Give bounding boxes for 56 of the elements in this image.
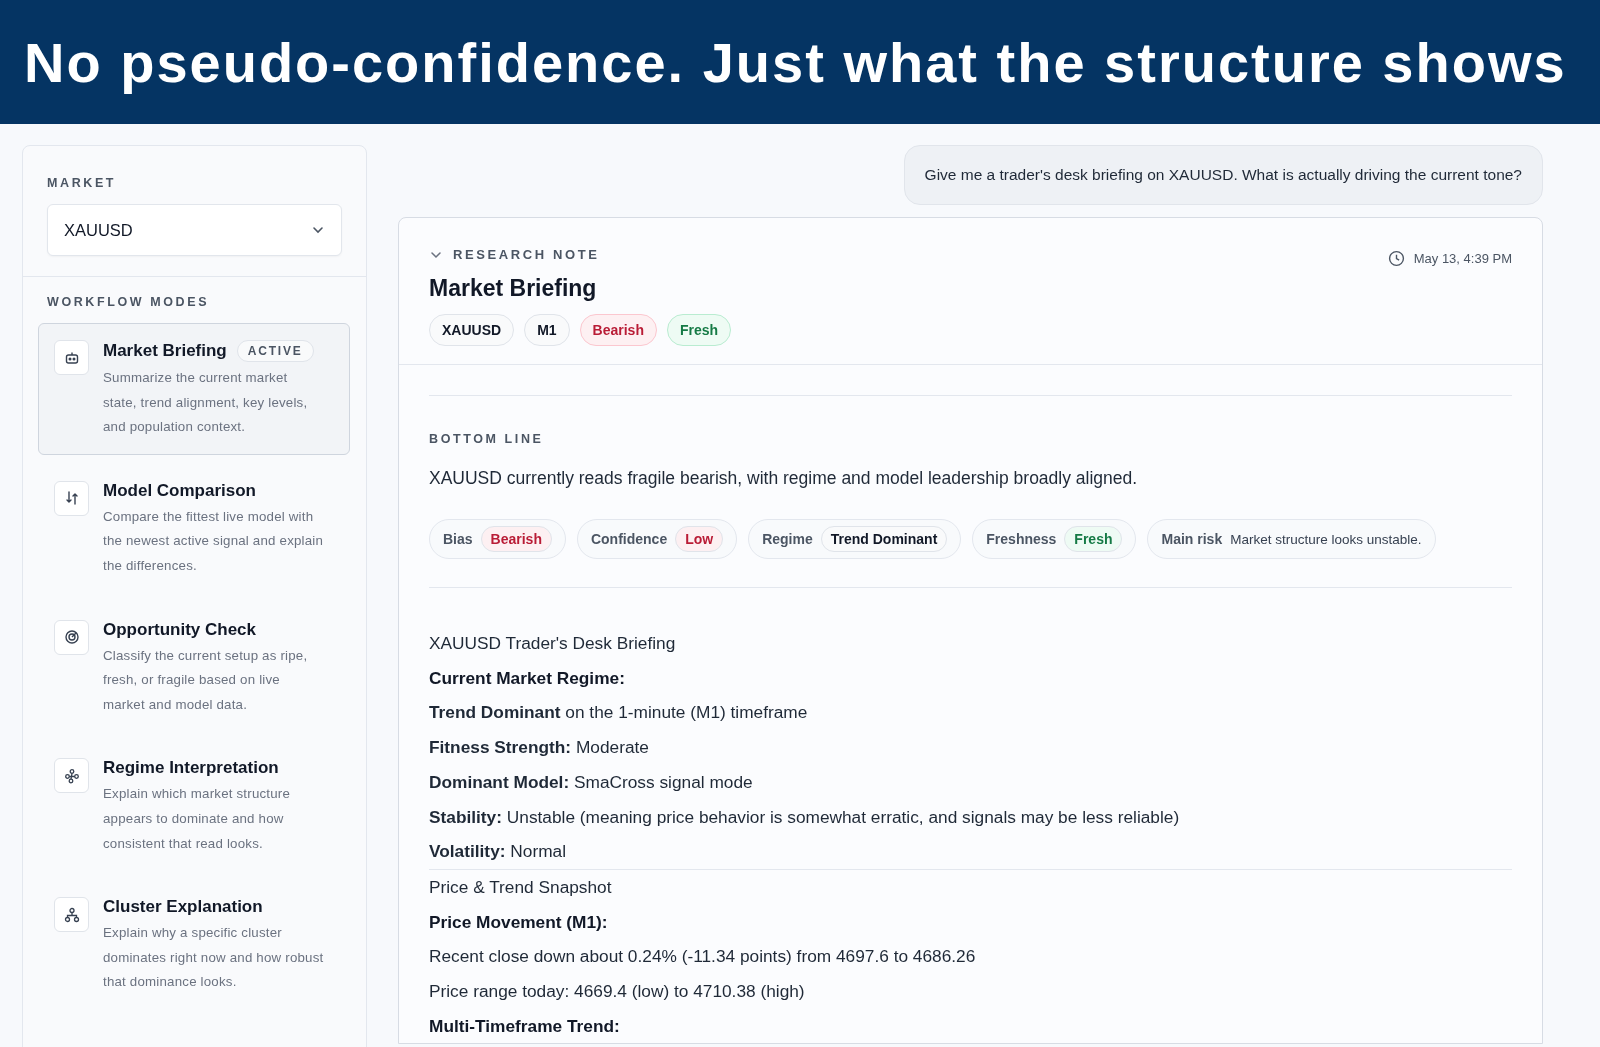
- workflow-mode-item[interactable]: Regime Interpretation Explain which market structure appears to dominate and how consistent that read looks.: [38, 741, 350, 872]
- workflow-mode-item[interactable]: Market Briefing ACTIVE Summarize the current market state, trend alignment, key levels, and population context.: [38, 323, 350, 455]
- chip-value: Low: [675, 526, 724, 552]
- workflow-mode-item[interactable]: Cluster Explanation Explain why a specific cluster dominates right now and how robust that dominance looks.: [38, 880, 350, 1010]
- briefing-line: Price & Trend Snapshot: [429, 868, 1512, 905]
- mode-title: Opportunity Check: [103, 619, 256, 640]
- nodes-icon: [63, 767, 80, 784]
- workflow-mode-item[interactable]: Model Comparison Compare the fittest live model with the newest active signal and explain the differences.: [38, 463, 350, 594]
- mode-description: Compare the fittest live model with the newest active signal and explain the differences.: [103, 507, 325, 575]
- mode-title: Market Briefing: [103, 341, 227, 361]
- briefing-line: XAUUSD Trader's Desk Briefing: [429, 632, 677, 655]
- briefing-line: Volatility: Normal: [429, 840, 567, 864]
- section-label: BOTTOM LINE: [429, 432, 545, 446]
- chip-label: Main risk: [1161, 531, 1223, 547]
- tag: Fresh: [666, 314, 732, 346]
- tag: XAUUSD: [429, 314, 515, 346]
- chip-label: Regime: [762, 531, 813, 547]
- briefing-line: Fitness Strength: Moderate: [429, 736, 650, 760]
- mode-description: Explain which market structure appears to dominate and how consistent that read looks.: [103, 785, 292, 853]
- bottom-line-text: XAUUSD currently reads fragile bearish, with regime and model leadership broadly aligned.: [429, 468, 1139, 489]
- workflow-mode-item[interactable]: Opportunity Check Classify the current setup as ripe, fresh, or fragile based on live market and model data.: [38, 602, 350, 733]
- briefing-line: Current Market Regime:: [429, 666, 626, 690]
- briefing-line: Multi-Timeframe Trend:: [429, 1014, 621, 1038]
- hierarchy-icon: [63, 906, 80, 923]
- chip-value: Trend Dominant: [820, 526, 948, 552]
- user-message: Give me a trader's desk briefing on XAUUSD. What is actually driving the current tone?: [903, 145, 1543, 205]
- briefing-line: Price Movement (M1):: [429, 910, 609, 934]
- collapse-toggle[interactable]: RESEARCH NOTE: [429, 247, 600, 262]
- briefing-line: Dominant Model: SmaCross signal mode: [429, 770, 754, 794]
- section-label: MARKET: [47, 176, 118, 190]
- market-select[interactable]: XAUUSD: [47, 204, 342, 256]
- briefing-line: Trend Dominant on the 1-minute (M1) timeframe: [429, 701, 809, 725]
- banner-title: No pseudo-confidence. Just what the structure shows: [24, 29, 1567, 95]
- mode-description: Summarize the current market state, trend alignment, key levels, and population context.: [103, 369, 309, 437]
- mode-title: Cluster Explanation: [103, 897, 263, 918]
- chip-value: Bearish: [480, 526, 552, 552]
- tag: M1: [524, 314, 570, 346]
- active-badge: ACTIVE: [236, 340, 314, 362]
- briefing-line: Recent close down about 0.24% (-11.34 points) from 4697.6 to 4686.26: [429, 945, 977, 969]
- note-title: Market Briefing: [429, 275, 598, 302]
- chip-label: Freshness: [986, 531, 1057, 547]
- chip-value: Market structure looks unstable.: [1230, 531, 1422, 547]
- section-label: WORKFLOW MODES: [46, 295, 211, 309]
- target-icon: [63, 629, 80, 646]
- mode-description: Explain why a specific cluster dominates right now and how robust that dominance looks.: [103, 924, 325, 992]
- clock-icon: [1387, 250, 1405, 267]
- timestamp: May 13, 4:39 PM: [1413, 251, 1512, 266]
- chip-label: Bias: [443, 531, 473, 547]
- mode-title: Regime Interpretation: [103, 758, 279, 779]
- mode-description: Classify the current setup as ripe, fresh, or fragile based on live market and model data.: [103, 646, 309, 714]
- chip-label: Confidence: [590, 531, 668, 547]
- tag: Bearish: [579, 314, 657, 346]
- briefing-line: Stability: Unstable (meaning price behavior is somewhat erratic, and signals may be less reliable): [429, 805, 1181, 829]
- briefing-line: Price range today: 4669.4 (low) to 4710.38 (high): [429, 980, 806, 1004]
- mode-title: Model Comparison: [103, 480, 256, 501]
- chip-value: Fresh: [1064, 526, 1123, 552]
